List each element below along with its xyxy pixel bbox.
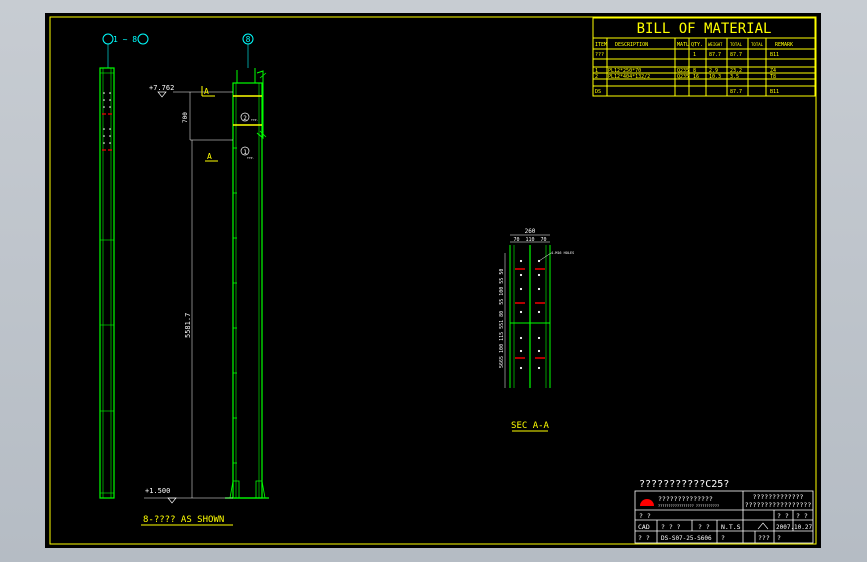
company-logo [640, 499, 654, 506]
bom-cell: 16 [693, 74, 699, 80]
bom-cell: ??? [595, 52, 604, 58]
section-mark-bottom: A [207, 152, 212, 161]
revision-triangle-icon [757, 522, 769, 530]
dim-height: 5581.7 [184, 313, 192, 338]
section-mark-top: A [204, 87, 209, 96]
bom-cell: 87.7 [709, 52, 721, 58]
date-value: 2007.10.27 [776, 524, 813, 531]
cad-label: CAD [638, 523, 650, 531]
bom-cell: 87.7 [730, 89, 742, 95]
bom-header-total: TOTAL [730, 42, 743, 47]
company-name: ?????????????? [658, 495, 713, 503]
bom-cell: 3.5 [730, 74, 739, 80]
bottom-q2: ? [721, 534, 725, 542]
bom-cell: B11 [770, 89, 779, 95]
column-label: 8 [246, 35, 251, 44]
bom-headers: ITEM DESCRIPTION MATL QTY. WEIGHT TOTAL … [595, 42, 793, 48]
cell-3: ? ? [796, 512, 808, 520]
bom-cell: DS [595, 89, 601, 95]
drawing-title: ????????????? [753, 493, 804, 501]
cell-2: ? ? [777, 512, 789, 520]
drawing-title-2: ????????????????? [745, 501, 812, 509]
hole-note: 4-M16 HOLES [551, 251, 574, 255]
bom-cell: B11 [770, 52, 779, 58]
project-title: ???????????C25? [639, 479, 729, 490]
bottom-q1: ? ? [638, 534, 650, 542]
bom-header-qty: QTY. [691, 42, 703, 48]
bom-title: BILL OF MATERIAL [637, 21, 772, 37]
callout-1-sub: TYP. [247, 156, 254, 160]
bom-cell: 1 [693, 52, 696, 58]
bom-cell: Q235 [677, 74, 689, 80]
bom-cell: PL12*404*132/2 [608, 74, 650, 80]
cell-1: ? ? [639, 512, 651, 520]
top-level-label: +7.762 [149, 84, 174, 92]
column-elevation-right: 8 +7.762 700 5581.7 +1.500 A A 2 TYP. 1 … [141, 33, 269, 526]
section-a-a: 260 70 110 70 4-M16 HOLES 5665 100 115 5… [499, 228, 574, 432]
bom-cell: 87.7 [730, 52, 742, 58]
dwg-number: DS-S07-25-S606 [661, 535, 712, 542]
bottom-q3: ??? [758, 534, 770, 542]
cad-drawing[interactable]: BILL OF MATERIAL ITEM DESCRIPTION MATL Q… [45, 13, 821, 548]
company-name-small: ????????????????? ??????????? [658, 504, 719, 508]
cad-viewport[interactable]: BILL OF MATERIAL ITEM DESCRIPTION MATL Q… [45, 13, 821, 548]
bom-header-description: DESCRIPTION [615, 42, 648, 48]
section-width-dim: 260 [525, 228, 536, 235]
cad-value: ? ? ? [661, 523, 681, 531]
bolt-holes [103, 92, 111, 144]
section-sub-dims: 70 110 70 [513, 237, 546, 243]
bom-header-matl: MATL [677, 42, 689, 48]
bom-header-item: ITEM [595, 42, 607, 48]
elevation-caption: 8-???? AS SHOWN [143, 515, 224, 525]
dim-700: 700 [182, 112, 189, 123]
bom-cell: 2 [595, 74, 598, 80]
bottom-level-label: +1.500 [145, 487, 170, 495]
bom-header-remark: REMARK [775, 42, 793, 48]
bottom-q4: ? [777, 534, 781, 542]
cad-q: ? ? [698, 523, 710, 531]
bom-header-weight: WEIGHT [708, 42, 723, 47]
bom-header-total2: TOTAL [751, 42, 764, 47]
callout-1: 1 [243, 149, 247, 156]
title-block: ???????????C25? ?????????????? ?????????… [634, 479, 814, 544]
bom-cell: T8 [770, 74, 776, 80]
scale-value: N.T.S [721, 523, 741, 531]
callout-2-sub: TYP. [251, 118, 258, 122]
bom-cell: 10.3 [709, 74, 721, 80]
section-caption: SEC A-A [511, 421, 550, 431]
section-vertical-dims: 5665 100 115 551 80 55 100 55 50 [499, 269, 505, 368]
column-range-label: 1 ~ 8 [113, 35, 137, 44]
callout-2: 2 [243, 115, 247, 122]
column-elevation-left: 1 ~ 8 [99, 33, 149, 499]
